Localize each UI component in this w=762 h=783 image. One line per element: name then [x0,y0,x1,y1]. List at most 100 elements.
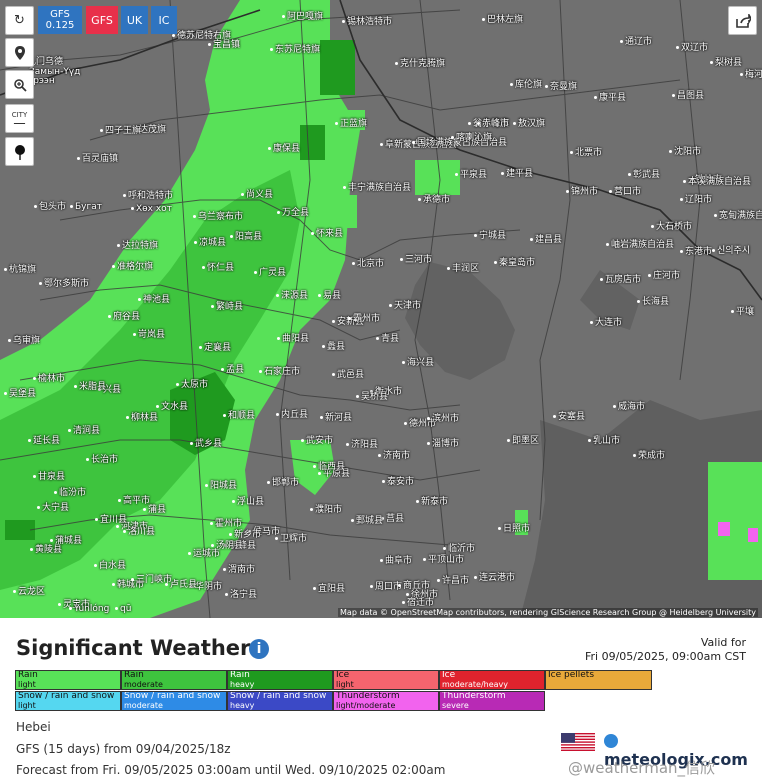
place-label: 新河县 [320,413,352,423]
place-label: 宽甸满族自治县 [714,211,762,221]
model-option-uk[interactable]: UK [121,6,148,34]
place-label: 米脂县 [74,382,106,392]
legend-item-name: Snow / rain and snow [18,691,115,701]
place-label: 奈曼旗 [545,82,577,92]
legend-item: Rain heavy [227,670,333,690]
legend-item-sub: moderate [124,680,163,689]
place-label: 宜川县 [95,515,127,525]
refresh-icon: ↻ [14,13,25,28]
place-label: 汤阴县 [211,541,243,551]
location-pin-icon [14,45,25,60]
location-button[interactable] [5,38,34,67]
place-label: 莒县 [381,514,404,524]
place-label: 延长县 [28,436,60,446]
place-label: 柳林县 [126,413,158,423]
place-label: 尚义县 [241,190,273,200]
valid-for: Valid for Fri 09/05/2025, 09:00am CST [585,636,746,664]
place-label: 临沂市 [443,544,475,554]
model-option-uk-label: UK [126,13,143,27]
place-label: 阳城县 [205,481,237,491]
place-label: 康平县 [594,93,626,103]
place-label: Хөх хот [131,204,172,214]
model-gfs-active[interactable]: GFS 0.125 [38,6,82,34]
place-label: 平壤 [731,307,754,317]
legend-item-name: Rain [230,670,250,680]
place-label: 长治市 [86,455,118,465]
map-attribution[interactable]: Map data © OpenStreetMap contributors, r… [338,608,758,617]
place-label: 建昌县 [530,235,562,245]
model-gfs-resolution: 0.125 [45,20,75,31]
place-label: 榆林市 [33,374,65,384]
place-label: 康保县 [268,144,300,154]
zoom-icon [13,78,27,92]
place-label: 阿巴嘎旗 [282,12,323,22]
place-label: 沈阳市 [669,147,701,157]
model-option-ic[interactable]: IC [151,6,177,34]
place-label: 敖汉旗 [513,119,545,129]
place-label: 定襄县 [199,343,231,353]
pin-button[interactable] [5,137,34,166]
place-label: 大连市 [590,318,622,328]
place-label: 本溪满族自治县 [683,177,751,187]
place-label: 昌图县 [672,91,704,101]
place-label: 蒲城县 [50,536,82,546]
place-label: 达拉特旗 [117,241,158,251]
place-label: 卢氏县 [165,580,197,590]
place-label: 霍州市 [210,519,242,529]
place-label: 丰润区 [447,264,479,274]
valid-label: Valid for [700,636,746,649]
city-label: CITY [11,110,28,119]
place-label: 宜阳县 [313,584,345,594]
legend-title: Significant Weather [16,636,251,660]
place-label: 双辽市 [676,43,708,53]
place-label: 荣成市 [633,451,665,461]
place-label: 宝昌镇 [208,40,240,50]
share-button[interactable] [728,6,757,35]
legend-item-name: Thunderstorm [336,691,400,701]
model-option-gfs[interactable]: GFS [86,6,118,34]
place-label: 济阳县 [346,440,378,450]
place-label: 天津市 [389,301,421,311]
legend-item-sub: light [18,680,36,689]
legend-item-name: Ice pellets [548,670,595,680]
legend-item-sub: severe [442,701,469,710]
place-label: 鄂尔多斯市 [39,279,89,289]
legend-item-name: Snow / rain and snow [124,691,221,701]
place-label: 三河市 [400,255,432,265]
rain-heavy-area-3 [320,40,355,95]
us-flag-icon[interactable] [561,733,595,751]
refresh-button[interactable]: ↻ [5,6,34,35]
place-label: 黄陵县 [30,545,62,555]
place-label: 鄄城县 [351,516,383,526]
place-label: 易县 [318,291,341,301]
place-label: 曲阜市 [380,556,412,566]
place-label: 正蓝旗 [335,119,367,129]
place-label: 临西县 [313,462,345,472]
place-label: 白水县 [94,561,126,571]
place-label: 库伦旗 [510,80,542,90]
place-label: 大宁县 [37,503,69,513]
legend-item: Thunderstorm severe [439,691,545,711]
place-label: 宁城县 [474,231,506,241]
place-label: 长海县 [637,297,669,307]
place-label: 建平县 [501,169,533,179]
place-label: 承德市 [418,195,450,205]
place-label: 日照市 [498,524,530,534]
weather-map[interactable]: 阿巴嘎旗 锡林浩特市 巴林左旗 通辽市 双辽市 梨树县 梅河 德苏尼特右旗 东苏尼特旗 克什克腾旗… [0,0,762,618]
share-icon [735,13,751,28]
watermark: @weatherman_信欣 [568,759,716,777]
pin-icon [14,144,25,160]
place-label: 阳高县 [230,232,262,242]
info-button[interactable]: i [249,639,269,659]
place-label: 卫辉市 [275,534,307,544]
place-label: 繁峙县 [211,302,243,312]
place-label: 凉城县 [194,238,226,248]
place-label: qū [115,604,131,614]
place-label: 平顶山市 [423,555,464,565]
zoom-button[interactable] [5,70,34,99]
place-label: 东苏尼特旗 [270,45,320,55]
place-label: 大石桥市 [651,222,692,232]
legend-item: Rain light [15,670,121,690]
place-label: 淄博市 [427,439,459,449]
city-toggle-button[interactable]: CITY [5,104,34,133]
